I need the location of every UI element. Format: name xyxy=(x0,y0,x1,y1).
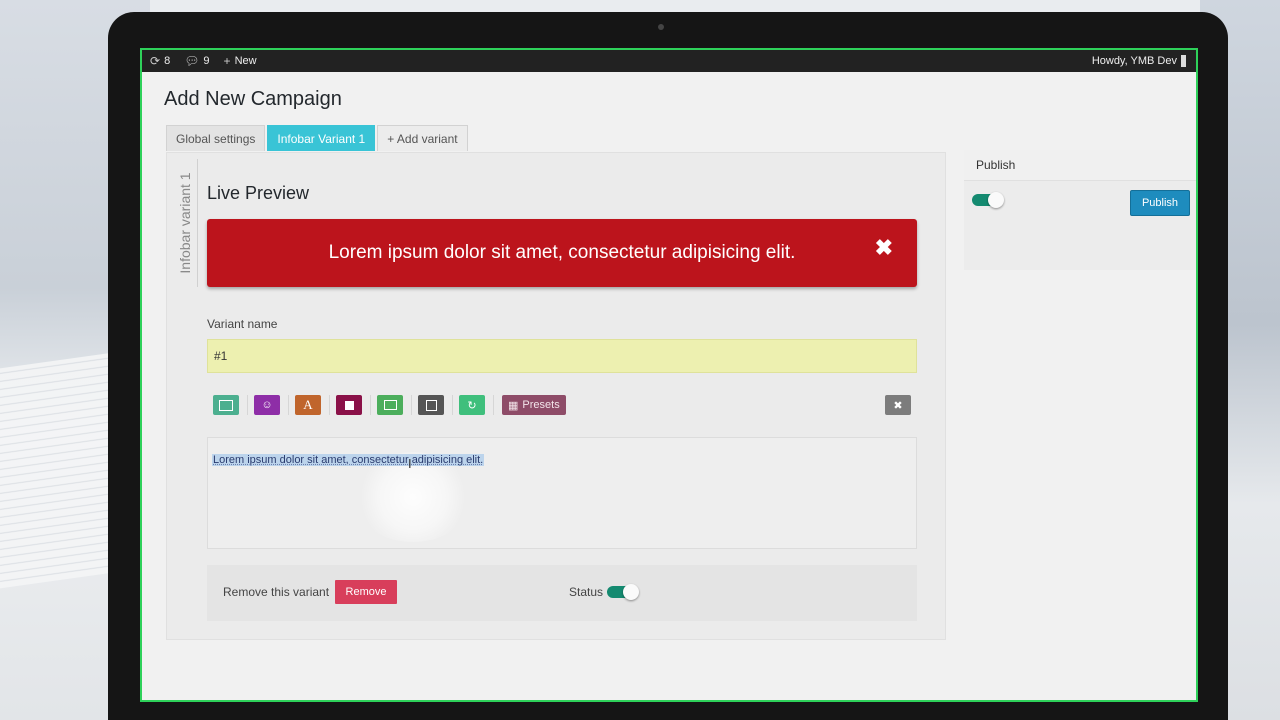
toolbar-separator xyxy=(411,395,412,415)
status-toggle-knob xyxy=(623,584,639,600)
grid-icon: ▦ xyxy=(508,399,519,412)
toolbar-separator xyxy=(247,395,248,415)
infobar-text: Lorem ipsum dolor sit amet, consectetur … xyxy=(328,242,796,263)
variant-panel: Infobar variant 1 Live Preview Lorem ips… xyxy=(166,152,946,640)
toolbar-separator xyxy=(493,395,494,415)
variant-footer: Remove this variant Remove Status xyxy=(207,565,917,621)
live-preview-title: Live Preview xyxy=(207,183,310,203)
toolbar-separator xyxy=(288,395,289,415)
laptop-camera xyxy=(658,24,664,30)
background-paper xyxy=(0,351,120,589)
editor-toolbar: ☺ A ↻ ▦ Presets ✖ xyxy=(207,391,917,419)
image-icon[interactable] xyxy=(377,395,403,415)
variant-name-label: Variant name xyxy=(207,317,278,331)
variant-side-label: Infobar variant 1 xyxy=(173,159,198,287)
laptop-screen: ⟳ 8 💬︎ 9 + New Howdy, YMB Dev Add New Ca… xyxy=(140,48,1198,702)
toolbar-separator xyxy=(452,395,453,415)
infobar-preview: Lorem ipsum dolor sit amet, consectetur … xyxy=(207,219,917,287)
admin-bar: ⟳ 8 💬︎ 9 + New Howdy, YMB Dev xyxy=(142,50,1196,72)
publish-toggle-knob xyxy=(988,192,1004,208)
text-cursor-icon: I xyxy=(408,456,412,471)
edit-image-icon[interactable] xyxy=(418,395,444,415)
content-editor[interactable]: Lorem ipsum dolor sit amet, consectetur … xyxy=(207,437,917,549)
avatar xyxy=(1181,55,1186,67)
toolbar-separator xyxy=(370,395,371,415)
tab-global-settings[interactable]: Global settings xyxy=(166,125,266,151)
remove-button[interactable]: Remove xyxy=(335,580,397,604)
publish-button[interactable]: Publish xyxy=(1130,190,1190,216)
updates-icon: ⟳ xyxy=(150,54,161,68)
variant-side-label-text: Infobar variant 1 xyxy=(177,172,193,274)
new-label: New xyxy=(234,55,257,67)
publish-box-title: Publish xyxy=(964,150,1196,181)
page-title: Add New Campaign xyxy=(164,88,342,110)
tab-add-variant[interactable]: + Add variant xyxy=(377,125,468,151)
tab-infobar-variant-1[interactable]: Infobar Variant 1 xyxy=(267,125,376,151)
toolbar-separator xyxy=(329,395,330,415)
remove-variant-label: Remove this variant xyxy=(223,585,330,599)
howdy-text: Howdy, YMB Dev xyxy=(1091,55,1177,67)
account-menu[interactable]: Howdy, YMB Dev xyxy=(1092,50,1186,72)
presets-label: Presets xyxy=(522,399,560,411)
plus-icon: + xyxy=(223,54,231,68)
emoji-icon[interactable]: ☺ xyxy=(254,395,280,415)
publish-toggle[interactable] xyxy=(972,192,1006,208)
comments-count: 9 xyxy=(203,55,210,67)
updates-count: 8 xyxy=(164,55,171,67)
variant-tabs: Global settings Infobar Variant 1 + Add … xyxy=(166,125,468,151)
comments-item[interactable]: 💬︎ 9 xyxy=(184,54,209,68)
font-color-glyph: A xyxy=(303,397,313,412)
new-item[interactable]: + New xyxy=(224,54,257,68)
status-toggle[interactable] xyxy=(607,584,641,600)
close-icon[interactable]: ✖ xyxy=(875,235,893,261)
text-block-icon[interactable] xyxy=(213,395,239,415)
editor-selected-text[interactable]: Lorem ipsum dolor sit amet, consectetur … xyxy=(212,454,485,466)
font-color-icon[interactable]: A xyxy=(295,395,321,415)
presets-button[interactable]: ▦ Presets xyxy=(502,395,566,415)
background-color-icon[interactable] xyxy=(336,395,362,415)
variant-name-input[interactable]: #1 xyxy=(207,339,917,373)
refresh-icon[interactable]: ↻ xyxy=(459,395,485,415)
updates-item[interactable]: ⟳ 8 xyxy=(150,54,170,68)
toolbar-close-icon[interactable]: ✖ xyxy=(885,395,911,415)
publish-box: Publish Publish xyxy=(964,150,1196,270)
status-label: Status xyxy=(569,585,604,599)
comment-icon: 💬︎ xyxy=(184,54,200,68)
